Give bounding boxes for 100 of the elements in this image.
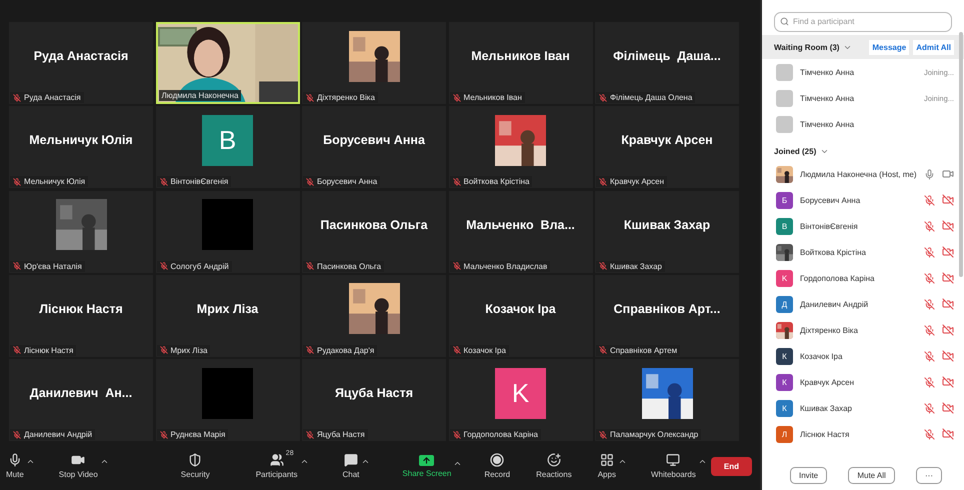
video-tile[interactable]: Рудакова Дар'я [302, 274, 446, 357]
participant-name: Мельничук Юлія [29, 133, 133, 148]
muted-mic-icon[interactable] [924, 402, 935, 414]
video-tile[interactable]: K Гордополова Каріна [448, 359, 592, 442]
video-off-icon[interactable] [942, 376, 954, 388]
caret-icon[interactable] [361, 457, 370, 466]
toolbar-button[interactable]: Reactions [534, 453, 574, 479]
name-label: Пасинкова Ольга [303, 260, 384, 272]
toolbar-button[interactable]: Chat [340, 453, 362, 479]
video-camera-icon [71, 453, 86, 467]
participant-name: Кшивак Захар [624, 218, 710, 232]
video-tile[interactable]: Ліснюк Настя Ліснюк Настя [9, 274, 153, 357]
video-tile[interactable]: Людмила Наконечна [156, 22, 300, 104]
people-icon [270, 453, 284, 467]
muted-mic-icon[interactable] [924, 298, 935, 310]
name-label: Войткова Крістіна [450, 176, 532, 188]
video-off-icon[interactable] [942, 246, 954, 258]
video-off-icon[interactable] [942, 298, 954, 310]
scrollbar[interactable] [959, 32, 963, 277]
toolbar-button[interactable]: Apps [596, 453, 618, 479]
video-tile[interactable]: Козачок Іра Козачок Іра [448, 274, 592, 357]
muted-mic-icon[interactable] [924, 272, 935, 284]
toolbar-button[interactable]: Record [482, 453, 512, 479]
video-tile[interactable]: Яцуба Настя Яцуба Настя [302, 359, 446, 442]
video-off-icon[interactable] [942, 428, 954, 440]
muted-mic-icon[interactable] [924, 428, 935, 440]
caret-icon[interactable] [618, 457, 627, 466]
name-label: Руднєва Марія [156, 429, 228, 440]
name-label: Данилевич Андрій [10, 429, 96, 440]
caret-icon[interactable] [300, 457, 308, 466]
participant-name: ВінтонівЄвгенія [800, 222, 859, 230]
name-label: Мальченко Владислав [450, 260, 550, 272]
video-camera-icon[interactable] [942, 168, 954, 180]
video-tile[interactable]: Мельничук Юлія Мельничук Юлія [9, 106, 153, 188]
avatar [776, 64, 793, 80]
name-label: Паламарчук Олександр [596, 429, 702, 440]
name-label: Мрих Ліза [156, 344, 210, 356]
video-off-icon[interactable] [942, 194, 954, 206]
header-button[interactable]: Admit All [913, 40, 954, 54]
muted-mic-icon[interactable] [924, 220, 935, 232]
video-tile[interactable]: Руда Анастасія Руда Анастасія [9, 22, 153, 104]
video-tile[interactable]: Мрих Ліза Мрих Ліза [156, 274, 300, 357]
video-tile[interactable]: Сологуб Андрій [156, 190, 300, 273]
video-tile[interactable]: Мельников Іван Мельников Іван [448, 22, 592, 104]
video-tile[interactable]: Руднєва Марія [156, 359, 300, 442]
participant-name: Данилевич Андрій [800, 300, 870, 308]
footer-button[interactable]: Mute All [848, 467, 895, 484]
video-off-icon[interactable] [942, 220, 954, 232]
video-tile[interactable]: Кравчук Арсен Кравчук Арсен [595, 106, 739, 188]
video-tile[interactable]: Мальченко Вла... Мальченко Владислав [448, 190, 592, 273]
muted-mic-icon[interactable] [924, 350, 935, 362]
muted-mic-icon [452, 430, 460, 439]
video-tile[interactable]: Діхтяренко Віка [302, 22, 446, 104]
toolbar-button[interactable]: Mute [4, 453, 26, 479]
muted-mic-icon[interactable] [924, 376, 935, 388]
video-tile[interactable]: Войткова Крістіна [448, 106, 592, 188]
muted-mic-icon [306, 262, 314, 270]
muted-mic-icon[interactable] [924, 194, 935, 206]
video-off-icon[interactable] [942, 324, 954, 336]
name-label: Кравчук Арсен [596, 176, 667, 188]
video-tile[interactable]: Юр'єва Наталія [9, 190, 153, 273]
participant-name: Мрих Ліза [196, 302, 258, 316]
toolbar-button[interactable]: Whiteboards [648, 453, 698, 479]
microphone-icon[interactable] [924, 168, 935, 180]
footer-button[interactable]: Invite [790, 467, 828, 484]
toolbar-button[interactable]: Share Screen [400, 454, 454, 478]
video-tile[interactable]: Справніков Арт... Справніков Артем [595, 274, 739, 357]
video-off-icon[interactable] [942, 402, 954, 414]
blank-video [202, 199, 253, 250]
video-tile[interactable]: Борусевич Анна Борусевич Анна [302, 106, 446, 188]
record-icon [490, 453, 504, 467]
muted-mic-icon [160, 430, 168, 439]
video-tile[interactable]: Філімець Даша... Філімець Даша Олена [595, 22, 739, 104]
toolbar-button[interactable]: Security [178, 453, 212, 479]
video-tile[interactable]: B ВінтонівЄвгенія [156, 106, 300, 188]
caret-icon[interactable] [26, 457, 35, 466]
video-tile[interactable]: Паламарчук Олександр [595, 359, 739, 442]
muted-mic-icon [599, 94, 607, 102]
video-tile[interactable]: Пасинкова Ольга Пасинкова Ольга [302, 190, 446, 273]
muted-mic-icon [599, 178, 607, 186]
footer-button[interactable]: ··· [916, 467, 942, 484]
muted-mic-icon [306, 178, 314, 186]
caret-icon[interactable] [698, 457, 707, 466]
muted-mic-icon [599, 430, 607, 439]
muted-mic-icon[interactable] [924, 324, 935, 336]
end-button[interactable]: End [710, 456, 752, 476]
muted-mic-icon [599, 346, 607, 354]
muted-mic-icon[interactable] [924, 246, 935, 258]
section-title: Joined (25) [774, 146, 816, 156]
avatar [776, 116, 793, 132]
video-tile[interactable]: Кшивак Захар Кшивак Захар [595, 190, 739, 273]
toolbar-button[interactable]: Stop Video [56, 453, 100, 479]
header-button[interactable]: Message [869, 40, 910, 54]
shield-icon [188, 453, 202, 467]
participant-name: Пасинкова Ольга [320, 218, 428, 232]
search-field[interactable]: Find a participant [774, 12, 952, 32]
caret-icon[interactable] [100, 457, 109, 466]
video-off-icon[interactable] [942, 350, 954, 362]
video-tile[interactable]: Данилевич Ан... Данилевич Андрій [9, 359, 153, 442]
video-off-icon[interactable] [942, 272, 954, 284]
